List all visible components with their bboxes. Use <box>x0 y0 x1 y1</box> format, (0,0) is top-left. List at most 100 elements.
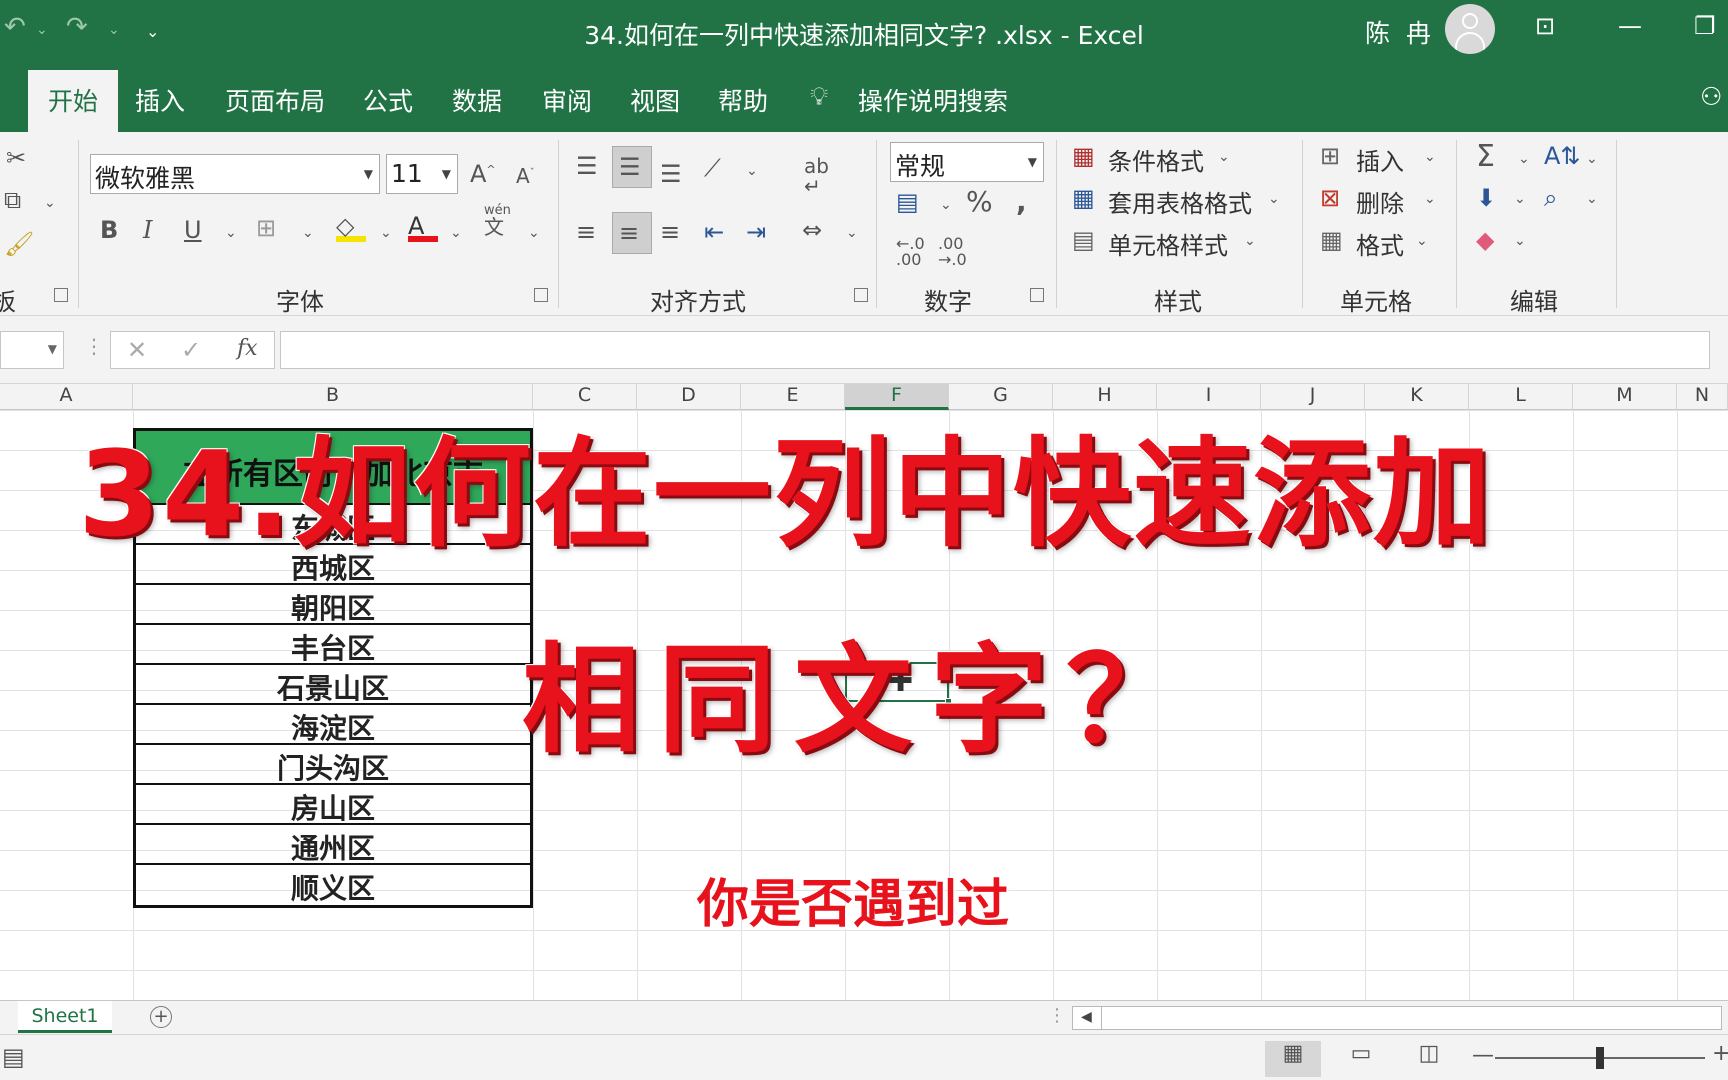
align-top-icon[interactable]: ☰ <box>576 154 598 178</box>
scroll-left-icon[interactable]: ◀ <box>1081 1009 1092 1025</box>
table-row[interactable]: 海淀区 <box>136 705 530 745</box>
alignment-launcher-icon[interactable] <box>854 288 868 302</box>
number-format-combo[interactable]: 常规 ▼ <box>890 142 1044 182</box>
tab-help[interactable]: 帮助 <box>718 82 768 118</box>
border-dropdown-icon[interactable]: ⌄ <box>302 226 314 240</box>
fill-dropdown-icon[interactable]: ⌄ <box>1514 192 1526 206</box>
tab-review[interactable]: 审阅 <box>542 82 592 118</box>
normal-view-icon[interactable]: ▦ <box>1265 1041 1321 1077</box>
drag-handle-icon[interactable]: ⋮ <box>84 334 104 358</box>
fill-down-icon[interactable]: ⬇ <box>1476 186 1496 210</box>
add-sheet-icon[interactable]: + <box>150 1006 172 1028</box>
user-name[interactable]: 陈 冉 <box>1365 14 1435 50</box>
tab-data[interactable]: 数据 <box>452 82 502 118</box>
tab-home[interactable]: 开始 <box>28 70 118 132</box>
ribbon-display-icon[interactable]: ⊡ <box>1535 12 1555 40</box>
column-header[interactable]: N <box>1677 384 1728 410</box>
table-row[interactable]: 朝阳区 <box>136 585 530 625</box>
table-row[interactable]: 房山区 <box>136 785 530 825</box>
align-left-icon[interactable]: ≡ <box>576 220 596 244</box>
name-box[interactable]: ▼ <box>0 331 64 369</box>
column-header[interactable]: M <box>1573 384 1677 410</box>
find-dropdown-icon[interactable]: ⌄ <box>1586 192 1598 206</box>
align-center-icon[interactable]: ≡ <box>612 212 652 254</box>
underline-dropdown-icon[interactable]: ⌄ <box>225 226 237 240</box>
decrease-font-icon[interactable]: Aˇ <box>516 166 535 186</box>
table-row[interactable]: 门头沟区 <box>136 745 530 785</box>
increase-decimal-icon[interactable]: ←.0.00 <box>896 236 925 268</box>
tell-me-search[interactable]: 操作说明搜索 <box>858 82 1008 118</box>
format-painter-icon[interactable]: 🖌︎ <box>4 232 34 256</box>
table-row[interactable]: 顺义区 <box>136 865 530 905</box>
sort-dropdown-icon[interactable]: ⌄ <box>1586 152 1598 166</box>
autosum-dropdown-icon[interactable]: ⌄ <box>1518 152 1530 166</box>
confirm-icon[interactable]: ✓ <box>181 336 201 364</box>
formula-input[interactable] <box>280 331 1710 369</box>
share-icon[interactable]: ⚇ <box>1700 82 1722 111</box>
conditional-format-button[interactable]: 条件格式 <box>1108 142 1204 177</box>
delete-cells-button[interactable]: 删除 <box>1356 184 1404 219</box>
chevron-down-icon[interactable]: ⌄ <box>1424 150 1436 164</box>
zoom-slider-thumb[interactable] <box>1596 1047 1604 1069</box>
chevron-down-icon[interactable]: ⌄ <box>1424 192 1436 206</box>
underline-icon[interactable]: U <box>184 218 202 242</box>
tab-page-layout[interactable]: 页面布局 <box>225 82 325 118</box>
sort-filter-icon[interactable]: A⇅ <box>1544 144 1581 168</box>
chevron-down-icon[interactable]: ⌄ <box>1218 150 1230 164</box>
page-break-view-icon[interactable]: ◫ <box>1401 1041 1457 1077</box>
decrease-decimal-icon[interactable]: .00 →.0 <box>938 236 967 268</box>
page-layout-view-icon[interactable]: ▭ <box>1333 1041 1389 1077</box>
restore-icon[interactable]: ❐ <box>1694 12 1716 40</box>
cell-styles-button[interactable]: 单元格样式 <box>1108 226 1228 261</box>
table-row[interactable]: 丰台区 <box>136 625 530 665</box>
increase-indent-icon[interactable]: ⇥ <box>746 220 766 244</box>
align-bottom-icon[interactable]: ☰ <box>660 162 682 186</box>
fill-color-icon[interactable]: ◇ <box>336 214 366 242</box>
autosum-icon[interactable]: Σ <box>1476 142 1495 172</box>
format-as-table-button[interactable]: 套用表格格式 <box>1108 184 1252 219</box>
increase-font-icon[interactable]: A^ <box>470 162 496 186</box>
font-color-dropdown-icon[interactable]: ⌄ <box>450 226 462 240</box>
table-row[interactable]: 石景山区 <box>136 665 530 705</box>
macro-record-icon[interactable]: ▤ <box>2 1043 25 1071</box>
sheet-tab[interactable]: Sheet1 <box>18 1001 112 1033</box>
tab-view[interactable]: 视图 <box>630 82 680 118</box>
align-right-icon[interactable]: ≡ <box>660 220 680 244</box>
minimize-icon[interactable]: — <box>1618 12 1642 40</box>
cancel-icon[interactable]: ✕ <box>127 336 147 364</box>
copy-dropdown-icon[interactable]: ⌄ <box>44 196 56 210</box>
comma-style-icon[interactable]: , <box>1016 188 1027 216</box>
phonetic-icon[interactable]: wén 文 <box>484 204 511 237</box>
orientation-icon[interactable]: ⟋ <box>704 156 721 180</box>
clear-dropdown-icon[interactable]: ⌄ <box>1514 234 1526 248</box>
decrease-indent-icon[interactable]: ⇤ <box>704 220 724 244</box>
merge-center-icon[interactable]: ⇔ <box>802 218 822 242</box>
align-middle-icon[interactable]: ☰ <box>612 146 652 188</box>
cut-icon[interactable]: ✂ <box>6 146 26 170</box>
find-select-icon[interactable]: ⌕ <box>1544 186 1557 210</box>
tab-formulas[interactable]: 公式 <box>363 82 413 118</box>
orientation-dropdown-icon[interactable]: ⌄ <box>746 164 758 178</box>
number-launcher-icon[interactable] <box>1030 288 1044 302</box>
italic-icon[interactable]: I <box>143 218 152 242</box>
chevron-down-icon[interactable]: ⌄ <box>1268 192 1280 206</box>
split-handle-icon[interactable]: ⋮ <box>1048 1005 1066 1026</box>
zoom-in-icon[interactable]: + <box>1712 1041 1728 1066</box>
accounting-dropdown-icon[interactable]: ⌄ <box>940 198 952 212</box>
phonetic-dropdown-icon[interactable]: ⌄ <box>528 226 540 240</box>
accounting-format-icon[interactable]: ▤ <box>896 190 919 214</box>
insert-function-icon[interactable]: fx <box>237 336 258 361</box>
font-size-combo[interactable]: 11 ▼ <box>386 154 458 194</box>
border-icon[interactable]: ⊞ <box>256 216 276 240</box>
chevron-down-icon[interactable]: ⌄ <box>1244 234 1256 248</box>
zoom-out-icon[interactable]: — <box>1472 1043 1494 1068</box>
avatar[interactable] <box>1445 4 1495 54</box>
clipboard-launcher-icon[interactable] <box>54 288 68 302</box>
horizontal-scrollbar[interactable]: ◀ <box>1072 1006 1722 1030</box>
chevron-down-icon[interactable]: ⌄ <box>1416 234 1428 248</box>
clear-icon[interactable]: ◆ <box>1476 228 1494 252</box>
merge-dropdown-icon[interactable]: ⌄ <box>846 226 858 240</box>
font-name-combo[interactable]: 微软雅黑 ▼ <box>90 154 380 194</box>
font-launcher-icon[interactable] <box>534 288 548 302</box>
copy-icon[interactable]: ⧉ <box>4 188 21 212</box>
